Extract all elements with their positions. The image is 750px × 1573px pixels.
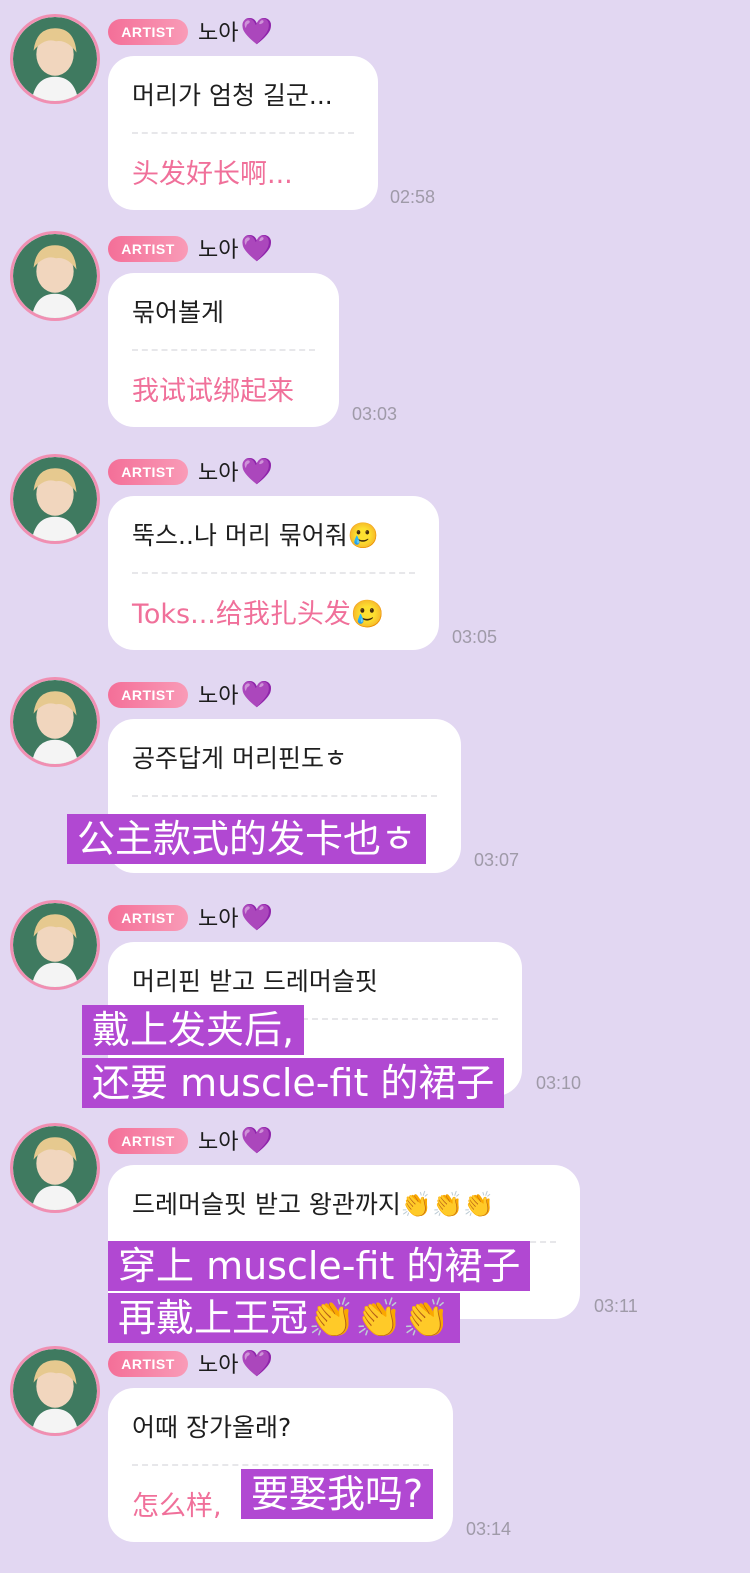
message-time: 03:10: [536, 1073, 582, 1093]
message-time: 02:58: [390, 187, 436, 207]
divider: [132, 572, 415, 574]
avatar[interactable]: [10, 231, 100, 321]
sender-name: 노아💜: [198, 1125, 273, 1159]
sender-name: 노아💜: [198, 902, 273, 936]
translation-overlay: 还要 muscle-fit 的裙子: [82, 1058, 505, 1108]
message-row: ARTIST 노아💜 머리핀 받고 드레머슬핏 03:10 戴上发夹后, 还要 …: [0, 886, 750, 1108]
divider: [132, 795, 437, 797]
sender-name-text: 노아: [198, 461, 239, 486]
message-time: 03:14: [466, 1519, 512, 1539]
purple-heart-icon: 💜: [240, 1126, 273, 1156]
message-bubble[interactable]: 뚝스..나 머리 묶어줘🥲 Toks...给我扎头发🥲: [108, 496, 439, 650]
sender-name-text: 노아: [198, 238, 239, 263]
artist-badge: ARTIST: [108, 1351, 188, 1377]
divider: [132, 1464, 429, 1466]
sender-name: 노아💜: [198, 456, 273, 490]
translation-overlay: 要娶我吗?: [241, 1469, 434, 1519]
message-korean: 드레머슬핏 받고 왕관까지👏👏👏: [132, 1190, 495, 1219]
message-row: ARTIST 노아💜 공주답게 머리핀도ㅎ 03:07 公主款式的发卡也ㅎ: [0, 663, 750, 878]
message-translation: 怎么样,: [132, 1491, 222, 1522]
sender-name: 노아💜: [198, 16, 273, 50]
translation-overlay: 穿上 muscle-fit 的裙子: [108, 1241, 531, 1291]
message-korean: 뚝스..나 머리 묶어줘🥲: [132, 521, 379, 550]
message-bubble[interactable]: 머리가 엄청 길군... 头发好长啊...: [108, 56, 378, 210]
artist-badge: ARTIST: [108, 459, 188, 485]
message-row: ARTIST 노아💜 뚝스..나 머리 묶어줘🥲 Toks...给我扎头发🥲 0…: [0, 440, 750, 655]
purple-heart-icon: 💜: [240, 234, 273, 264]
artist-badge: ARTIST: [108, 905, 188, 931]
avatar[interactable]: [10, 900, 100, 990]
purple-heart-icon: 💜: [240, 457, 273, 487]
message-time: 03:11: [594, 1296, 638, 1316]
message-row: ARTIST 노아💜 머리가 엄청 길군... 头发好长啊... 02:58: [0, 0, 750, 215]
message-time: 03:03: [352, 404, 398, 424]
sender-name-text: 노아: [198, 684, 239, 709]
purple-heart-icon: 💜: [240, 903, 273, 933]
purple-heart-icon: 💜: [240, 17, 273, 47]
message-bubble[interactable]: 묶어볼게 我试试绑起来: [108, 273, 339, 427]
sender-name-text: 노아: [198, 1353, 239, 1378]
message-translation: Toks...给我扎头发🥲: [132, 599, 385, 630]
message-translation: 头发好长啊...: [132, 159, 293, 190]
artist-badge: ARTIST: [108, 1128, 188, 1154]
message-row: ARTIST 노아💜 묶어볼게 我试试绑起来 03:03: [0, 217, 750, 432]
artist-badge: ARTIST: [108, 19, 188, 45]
divider: [132, 349, 315, 351]
sender-name-text: 노아: [198, 907, 239, 932]
message-korean: 머리핀 받고 드레머슬핏: [132, 967, 378, 996]
purple-heart-icon: 💜: [240, 1349, 273, 1379]
sender-name-text: 노아: [198, 21, 239, 46]
purple-heart-icon: 💜: [240, 680, 273, 710]
divider: [132, 132, 354, 134]
avatar[interactable]: [10, 1123, 100, 1213]
message-translation: 我试试绑起来: [132, 376, 294, 407]
artist-badge: ARTIST: [108, 236, 188, 262]
message-korean: 공주답게 머리핀도ㅎ: [132, 744, 347, 773]
message-time: 03:07: [474, 850, 520, 870]
sender-name: 노아💜: [198, 233, 273, 267]
message-row: ARTIST 노아💜 드레머슬핏 받고 왕관까지👏👏👏 03:11 穿上 mus…: [0, 1109, 750, 1343]
avatar[interactable]: [10, 677, 100, 767]
message-row: ARTIST 노아💜 어때 장가올래? 怎么样, 03:14 要娶我吗?: [0, 1332, 750, 1547]
sender-name: 노아💜: [198, 1348, 273, 1382]
sender-name-text: 노아: [198, 1130, 239, 1155]
translation-overlay: 戴上发夹后,: [82, 1005, 305, 1055]
message-korean: 묶어볼게: [132, 298, 225, 327]
avatar[interactable]: [10, 14, 100, 104]
avatar[interactable]: [10, 454, 100, 544]
avatar[interactable]: [10, 1346, 100, 1436]
message-korean: 머리가 엄청 길군...: [132, 81, 333, 110]
translation-overlay: 公主款式的发卡也ㅎ: [67, 814, 426, 864]
sender-name: 노아💜: [198, 679, 273, 713]
message-time: 03:05: [452, 627, 498, 647]
artist-badge: ARTIST: [108, 682, 188, 708]
message-korean: 어때 장가올래?: [132, 1413, 292, 1442]
